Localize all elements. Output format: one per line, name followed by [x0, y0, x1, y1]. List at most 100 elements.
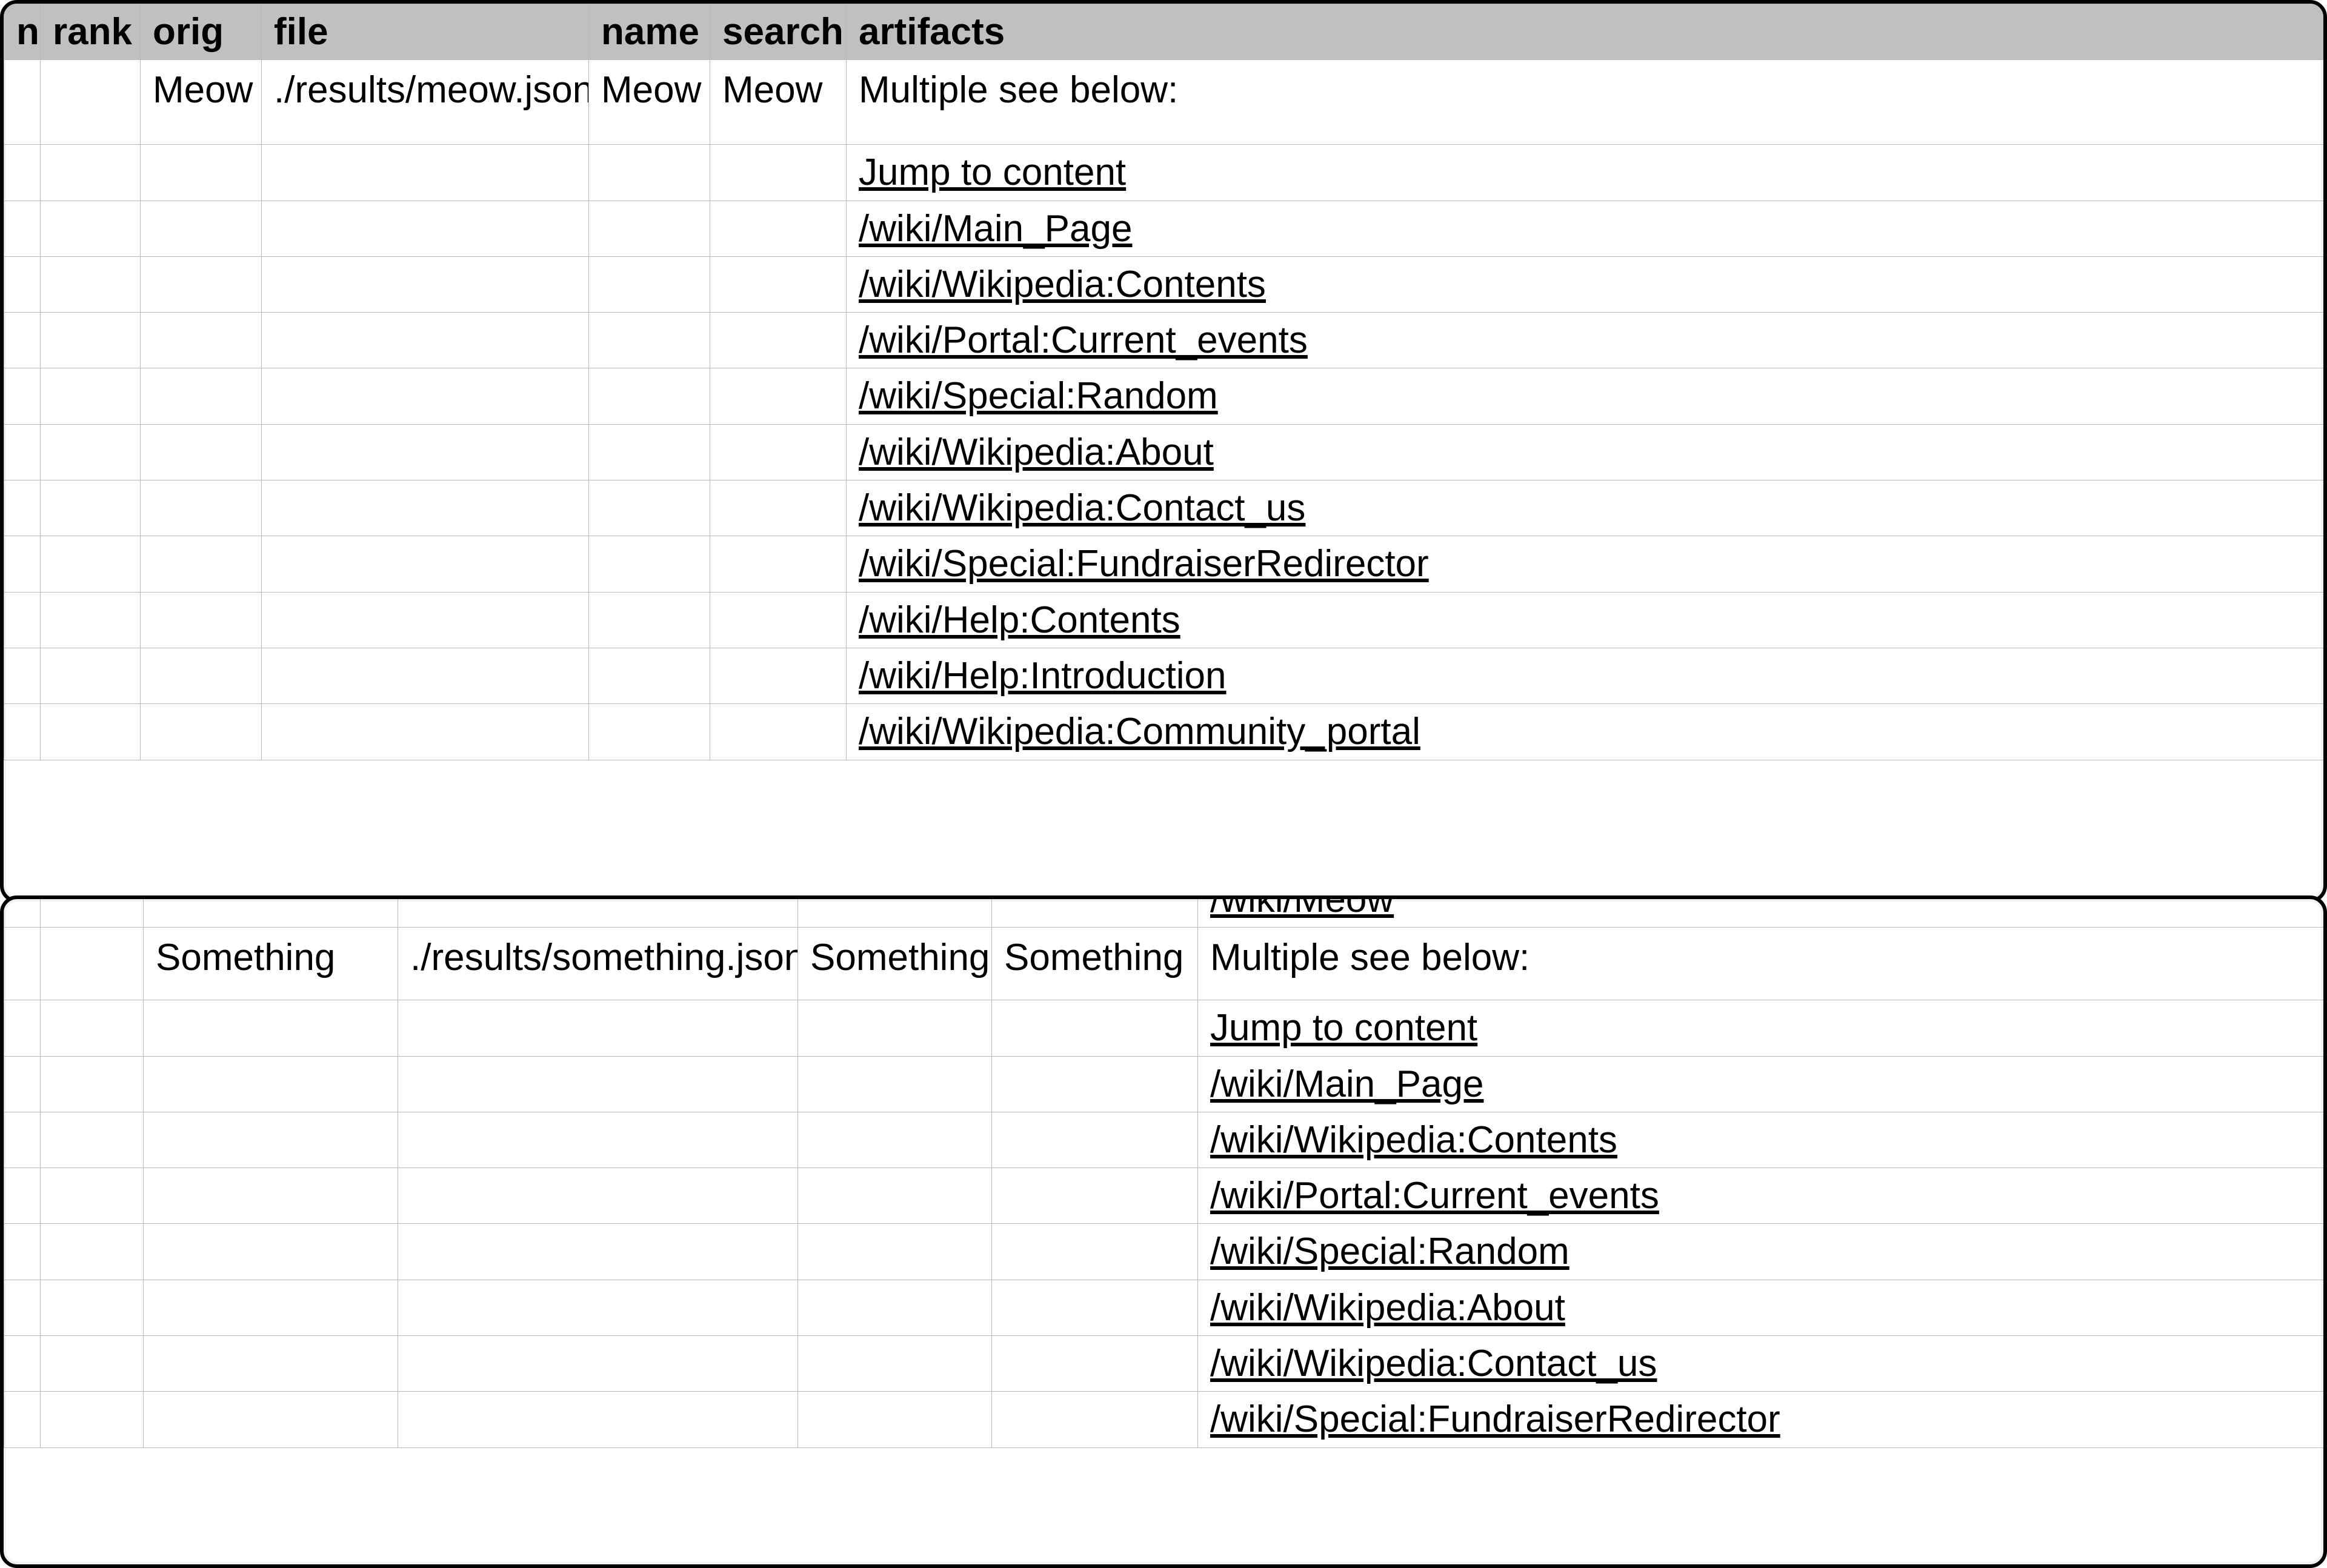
cell-empty [41, 648, 141, 703]
cell-empty [589, 368, 710, 424]
cell-empty [4, 1392, 41, 1447]
cell-empty [41, 1392, 144, 1447]
cell-empty [4, 1280, 41, 1335]
cell-empty [798, 1000, 992, 1056]
cell-empty [141, 648, 262, 703]
cell-empty [398, 1280, 798, 1335]
artifact-link[interactable]: /wiki/Wikipedia:About [859, 431, 1214, 473]
bottom-pane: /wiki/Meow Something ./results/something… [0, 895, 2327, 1568]
cell-empty [141, 480, 262, 536]
cell-empty [398, 1392, 798, 1447]
artifact-link[interactable]: /wiki/Wikipedia:Community_portal [859, 711, 1420, 752]
col-n: n [4, 4, 41, 60]
cell-empty [992, 1336, 1198, 1392]
table-row: /wiki/Meow [4, 895, 2327, 928]
cell-empty [41, 368, 141, 424]
cell-empty [4, 1336, 41, 1392]
cell-artifacts: /wiki/Meow [1198, 895, 2327, 928]
cell-empty [41, 536, 141, 592]
cell-empty [41, 313, 141, 368]
artifact-link[interactable]: /wiki/Help:Introduction [859, 655, 1227, 697]
cell-empty [4, 648, 41, 703]
artifact-link[interactable]: /wiki/Special:FundraiserRedirector [859, 543, 1429, 585]
cell-empty [141, 145, 262, 201]
cell-empty [398, 1000, 798, 1056]
cell-empty [589, 313, 710, 368]
artifact-link[interactable]: /wiki/Help:Contents [859, 599, 1180, 641]
table-body-top: Meow ./results/meow.json Meow Meow Multi… [4, 60, 2325, 760]
artifact-link[interactable]: /wiki/Wikipedia:Contents [1210, 1119, 1617, 1161]
cell-empty [262, 313, 589, 368]
cell-empty [262, 424, 589, 480]
table-row: /wiki/Wikipedia:Contents [4, 256, 2325, 312]
table-row: /wiki/Portal:Current_events [4, 313, 2325, 368]
table-row: /wiki/Special:FundraiserRedirector [4, 536, 2325, 592]
cell-file [398, 895, 798, 928]
table-row: Jump to content [4, 1000, 2327, 1056]
cell-empty [589, 536, 710, 592]
cell-rank [41, 928, 144, 1000]
table-row: /wiki/Wikipedia:Community_portal [4, 704, 2325, 760]
cell-empty [41, 1224, 144, 1280]
cell-empty [41, 1168, 144, 1224]
cell-empty [798, 1224, 992, 1280]
cell-empty [710, 313, 847, 368]
cell-artifacts: /wiki/Help:Contents [847, 592, 2325, 648]
cell-empty [41, 1280, 144, 1335]
cell-empty [798, 1280, 992, 1335]
cell-empty [262, 368, 589, 424]
artifact-link[interactable]: /wiki/Wikipedia:Contact_us [1210, 1343, 1657, 1384]
cell-empty [41, 256, 141, 312]
cell-empty [589, 256, 710, 312]
cell-artifacts: /wiki/Wikipedia:Contact_us [847, 480, 2325, 536]
table-row: Meow ./results/meow.json Meow Meow Multi… [4, 60, 2325, 145]
cell-artifacts: /wiki/Wikipedia:About [1198, 1280, 2327, 1335]
cell-empty [992, 1168, 1198, 1224]
cell-empty [798, 1392, 992, 1447]
table-row: /wiki/Wikipedia:About [4, 1280, 2327, 1335]
cell-empty [4, 480, 41, 536]
artifact-link[interactable]: /wiki/Main_Page [859, 208, 1132, 250]
cell-empty [262, 648, 589, 703]
cell-n [4, 928, 41, 1000]
artifact-link[interactable]: /wiki/Portal:Current_events [1210, 1175, 1659, 1217]
cell-empty [141, 201, 262, 256]
table-row: Something ./results/something.json Somet… [4, 928, 2327, 1000]
artifact-link[interactable]: /wiki/Special:Random [1210, 1231, 1570, 1272]
cell-empty [41, 704, 141, 760]
cell-empty [798, 1112, 992, 1168]
artifact-link[interactable]: /wiki/Portal:Current_events [859, 319, 1308, 361]
artifact-link[interactable]: /wiki/Wikipedia:Contact_us [859, 487, 1305, 529]
artifact-link[interactable]: /wiki/Wikipedia:Contents [859, 264, 1266, 305]
artifact-link[interactable]: Jump to content [1210, 1007, 1477, 1049]
cell-artifacts: /wiki/Special:FundraiserRedirector [1198, 1392, 2327, 1447]
col-rank: rank [41, 4, 141, 60]
cell-empty [4, 424, 41, 480]
table-row: /wiki/Portal:Current_events [4, 1168, 2327, 1224]
cell-empty [710, 368, 847, 424]
artifact-link[interactable]: /wiki/Main_Page [1210, 1063, 1483, 1105]
artifact-link[interactable]: /wiki/Wikipedia:About [1210, 1287, 1565, 1329]
cell-empty [398, 1336, 798, 1392]
artifact-link[interactable]: /wiki/Special:FundraiserRedirector [1210, 1398, 1780, 1440]
table-row: /wiki/Help:Introduction [4, 648, 2325, 703]
cell-empty [141, 313, 262, 368]
cell-empty [710, 201, 847, 256]
cell-empty [710, 256, 847, 312]
cell-empty [4, 1000, 41, 1056]
cell-empty [589, 704, 710, 760]
artifact-link[interactable]: Jump to content [859, 151, 1126, 193]
cell-name: Something [798, 928, 992, 1000]
cell-artifacts: Jump to content [1198, 1000, 2327, 1056]
results-table-bottom: /wiki/Meow Something ./results/something… [4, 895, 2327, 1448]
artifact-link[interactable]: /wiki/Meow [1210, 895, 1394, 920]
cell-artifacts-header: Multiple see below: [1198, 928, 2327, 1000]
cell-empty [41, 1336, 144, 1392]
cell-search [992, 895, 1198, 928]
cell-name: Meow [589, 60, 710, 145]
cell-empty [4, 201, 41, 256]
cell-empty [262, 592, 589, 648]
cell-empty [589, 648, 710, 703]
artifact-link[interactable]: /wiki/Special:Random [859, 375, 1218, 417]
table-row: /wiki/Help:Contents [4, 592, 2325, 648]
